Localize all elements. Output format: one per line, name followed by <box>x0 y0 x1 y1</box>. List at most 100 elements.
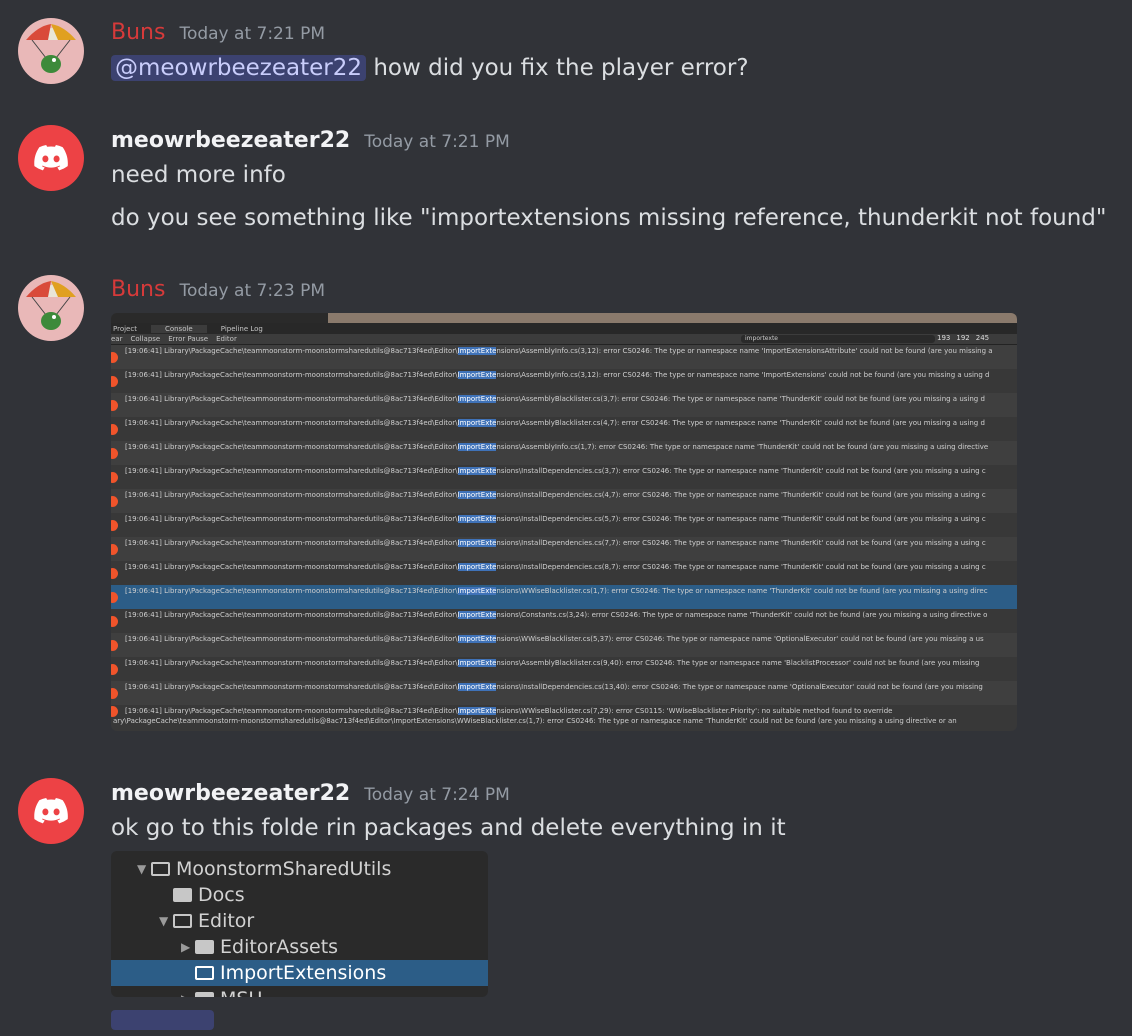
collapse-button: Collapse <box>130 335 161 343</box>
user-mention-partial <box>111 1010 214 1030</box>
console-row-path: [19:06:41] Library\PackageCache\teammoon… <box>125 683 458 691</box>
console-row-message: nsions\AssemblyBlacklister.cs(4,7): erro… <box>496 419 985 427</box>
console-row-text: [19:06:41] Library\PackageCache\teammoon… <box>125 681 983 693</box>
author-name[interactable]: Buns <box>111 277 165 302</box>
search-highlight: ImportExte <box>457 659 497 667</box>
console-row-message: nsions\InstallDependencies.cs(3,7): erro… <box>496 467 986 475</box>
console-row-path: [19:06:41] Library\PackageCache\teammoon… <box>125 491 458 499</box>
tree-item[interactable]: ▶ EditorAssets <box>111 934 488 960</box>
tree-item[interactable]: Docs <box>111 882 488 908</box>
console-screenshot[interactable]: Project Console Pipeline Log ear Collaps… <box>111 313 1017 731</box>
console-row-text: [19:06:41] Library\PackageCache\teammoon… <box>125 345 993 357</box>
chevron-right-icon[interactable]: ▶ <box>181 940 195 954</box>
error-icon <box>111 472 118 483</box>
error-icon <box>111 664 118 675</box>
discord-logo-icon <box>34 798 68 824</box>
buns-avatar[interactable] <box>18 275 84 341</box>
tree-item-label: MSU <box>220 988 262 997</box>
discord-logo-icon <box>34 145 68 171</box>
console-row-text: [19:06:41] Library\PackageCache\teammoon… <box>125 441 988 453</box>
console-row: [19:06:41] Library\PackageCache\teammoon… <box>111 705 1017 717</box>
search-highlight: ImportExte <box>457 587 497 595</box>
console-row: [19:06:41] Library\PackageCache\teammoon… <box>111 441 1017 465</box>
console-row: [19:06:41] Library\PackageCache\teammoon… <box>111 513 1017 537</box>
console-row-path: [19:06:41] Library\PackageCache\teammoon… <box>125 443 458 451</box>
timestamp: Today at 7:24 PM <box>364 785 510 805</box>
console-row-path: [19:06:41] Library\PackageCache\teammoon… <box>125 611 458 619</box>
console-row-message: nsions\AssemblyInfo.cs(1,7): error CS024… <box>496 443 989 451</box>
console-row: [19:06:41] Library\PackageCache\teammoon… <box>111 681 1017 705</box>
chevron-down-icon[interactable]: ▼ <box>159 914 173 928</box>
tab-console: Console <box>150 324 207 333</box>
clear-button: ear <box>111 335 123 343</box>
console-row-path: [19:06:41] Library\PackageCache\teammoon… <box>125 539 458 547</box>
search-highlight: ImportExte <box>457 347 497 355</box>
chevron-down-icon[interactable]: ▼ <box>137 862 151 876</box>
console-row: [19:06:41] Library\PackageCache\teammoon… <box>111 657 1017 681</box>
console-row-text: [19:06:41] Library\PackageCache\teammoon… <box>125 417 985 429</box>
author-name[interactable]: Buns <box>111 20 165 45</box>
discord-avatar[interactable] <box>18 778 84 844</box>
search-highlight: ImportExte <box>457 515 497 523</box>
author-name[interactable]: meowrbeezeater22 <box>111 128 350 153</box>
console-row-text: [19:06:41] Library\PackageCache\teammoon… <box>125 657 979 669</box>
folder-icon <box>195 966 214 980</box>
search-highlight: ImportExte <box>457 563 497 571</box>
error-icon <box>111 688 118 699</box>
console-row-message: nsions\InstallDependencies.cs(4,7): erro… <box>496 491 986 499</box>
tree-item[interactable]: ▼ MoonstormSharedUtils <box>111 856 488 882</box>
console-row-path: [19:06:41] Library\PackageCache\teammoon… <box>125 587 458 595</box>
console-row-text: [19:06:41] Library\PackageCache\teammoon… <box>125 393 985 405</box>
buns-avatar[interactable] <box>18 18 84 84</box>
console-log-list: [19:06:41] Library\PackageCache\teammoon… <box>111 345 1017 717</box>
console-toolbar: ear Collapse Error Pause Editor importex… <box>111 334 1017 345</box>
console-search: importexte <box>741 335 935 343</box>
search-highlight: ImportExte <box>457 443 497 451</box>
error-icon <box>111 376 118 387</box>
console-row: [19:06:41] Library\PackageCache\teammoon… <box>111 345 1017 369</box>
console-row: [19:06:41] Library\PackageCache\teammoon… <box>111 609 1017 633</box>
error-icon <box>111 400 118 411</box>
search-highlight: ImportExte <box>457 683 497 691</box>
search-highlight: ImportExte <box>457 371 497 379</box>
author-name[interactable]: meowrbeezeater22 <box>111 781 350 806</box>
search-highlight: ImportExte <box>457 467 497 475</box>
console-tabs: Project Console Pipeline Log <box>111 323 1017 334</box>
console-row-text: [19:06:41] Library\PackageCache\teammoon… <box>125 633 984 645</box>
error-icon <box>111 568 118 579</box>
search-highlight: ImportExte <box>457 707 497 715</box>
folder-icon <box>173 914 192 928</box>
message-text: do you see something like "importextensi… <box>111 205 1107 231</box>
discord-avatar[interactable] <box>18 125 84 191</box>
search-highlight: ImportExte <box>457 539 497 547</box>
message-text: need more info <box>111 162 286 188</box>
console-row-path: [19:06:41] Library\PackageCache\teammoon… <box>125 659 458 667</box>
console-row-path: [19:06:41] Library\PackageCache\teammoon… <box>125 371 458 379</box>
folder-tree-screenshot[interactable]: ▼ MoonstormSharedUtils Docs ▼ Editor ▶ EditorA… <box>111 851 488 997</box>
tree-item[interactable]: ▼ Editor <box>111 908 488 934</box>
error-pause-button: Error Pause <box>168 335 209 343</box>
tree-item-label: ImportExtensions <box>220 962 387 984</box>
error-icon <box>111 424 118 435</box>
console-row-text: [19:06:41] Library\PackageCache\teammoon… <box>125 537 986 549</box>
console-row-path: [19:06:41] Library\PackageCache\teammoon… <box>125 563 458 571</box>
error-icon <box>111 352 118 363</box>
tree-item-label: EditorAssets <box>220 936 339 958</box>
error-icon <box>111 616 118 627</box>
console-row-path: [19:06:41] Library\PackageCache\teammoon… <box>125 395 458 403</box>
console-row-message: nsions\AssemblyInfo.cs(3,12): error CS02… <box>496 347 993 355</box>
console-row: [19:06:41] Library\PackageCache\teammoon… <box>111 633 1017 657</box>
user-mention[interactable]: @meowrbeezeater22 <box>111 55 367 81</box>
folder-icon <box>195 940 214 954</box>
console-row-text: [19:06:41] Library\PackageCache\teammoon… <box>125 369 989 381</box>
message-content: @meowrbeezeater22 how did you fix the pl… <box>111 55 749 81</box>
console-row-text: [19:06:41] Library\PackageCache\teammoon… <box>125 705 892 717</box>
console-row-message: nsions\WWiseBlacklister.cs(7,29): error … <box>496 707 893 715</box>
console-row: [19:06:41] Library\PackageCache\teammoon… <box>111 537 1017 561</box>
console-row-text: [19:06:41] Library\PackageCache\teammoon… <box>125 561 986 573</box>
console-row: [19:06:41] Library\PackageCache\teammoon… <box>111 369 1017 393</box>
tree-item[interactable]: ImportExtensions <box>111 960 488 986</box>
chevron-right-icon[interactable]: ▶ <box>181 992 195 997</box>
search-highlight: ImportExte <box>457 419 497 427</box>
tree-item[interactable]: ▶ MSU <box>111 986 488 997</box>
